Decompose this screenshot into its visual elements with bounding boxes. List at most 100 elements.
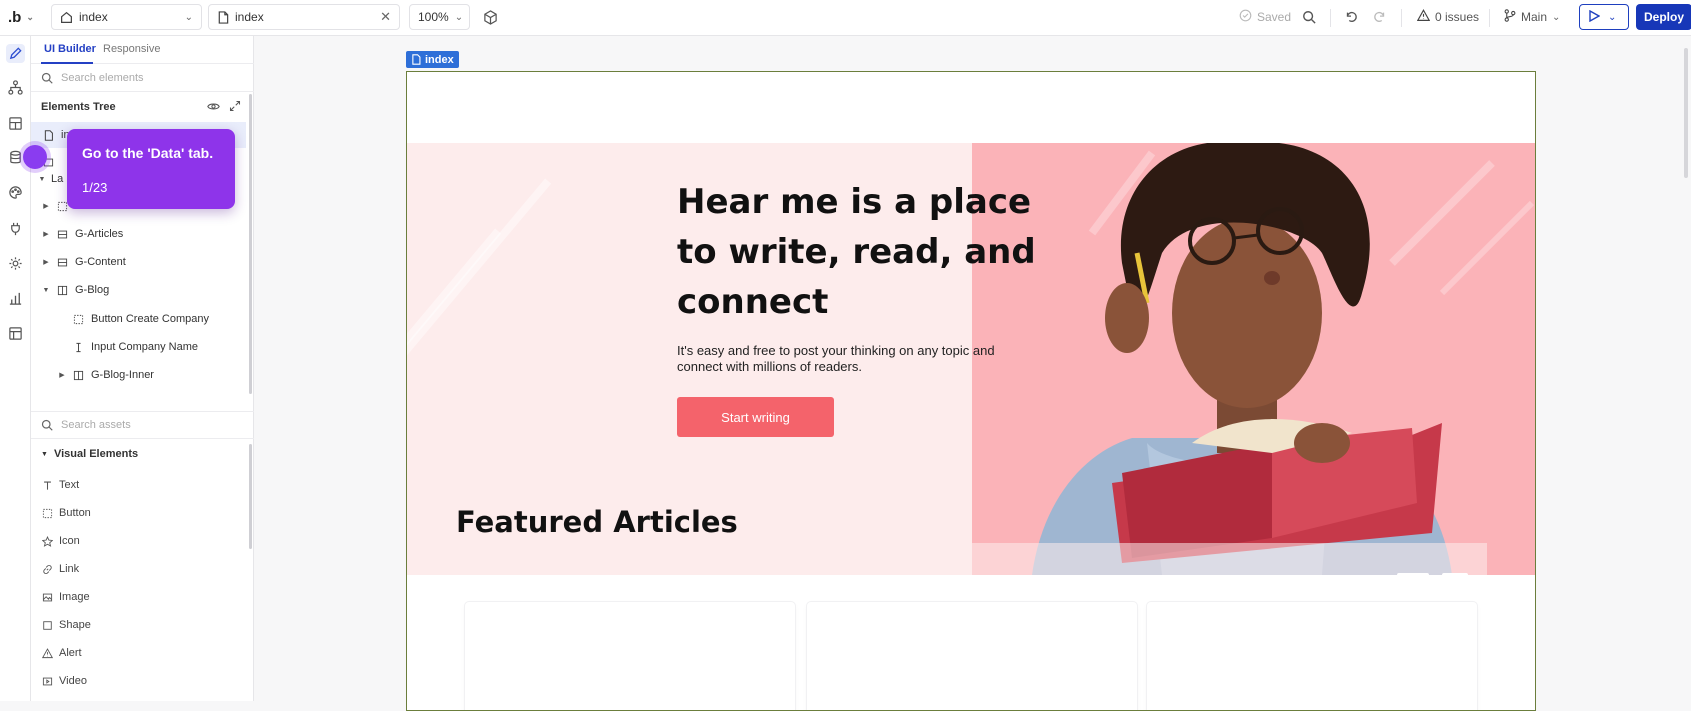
asset-image[interactable]: Image — [41, 586, 90, 608]
caret-down-icon: ▼ — [42, 286, 50, 294]
run-preview-button[interactable]: ⌄ — [1579, 4, 1629, 30]
chevron-down-icon: ⌄ — [1552, 11, 1561, 23]
asset-icon[interactable]: Icon — [41, 530, 80, 552]
canvas-page-label-text: index — [425, 53, 454, 66]
video-icon — [41, 675, 53, 687]
asset-alert[interactable]: Alert — [41, 642, 82, 664]
plug-icon[interactable] — [6, 219, 25, 238]
text-cursor-icon — [71, 340, 85, 354]
eye-icon[interactable] — [207, 100, 220, 116]
search-assets-placeholder: Search assets — [61, 419, 131, 431]
tree-item-label: G-Content — [75, 256, 126, 268]
tree-item-g-content[interactable]: ▶ G-Content — [31, 249, 246, 275]
carousel-prev-control[interactable]: ◀▶ — [1397, 573, 1429, 575]
table-icon[interactable] — [6, 324, 25, 343]
search-assets-input[interactable]: Search assets — [31, 411, 254, 439]
article-card[interactable] — [807, 602, 1137, 710]
canvas-scrollbar[interactable] — [1684, 48, 1688, 178]
square-icon — [41, 619, 53, 631]
carousel-next-control[interactable]: ◀▶ — [1442, 573, 1468, 575]
search-icon — [41, 72, 53, 84]
asset-label: Button — [59, 507, 91, 519]
caret-right-icon: ▶ — [43, 203, 49, 210]
zoom-select[interactable]: 100% ⌄ — [409, 4, 470, 30]
page-select[interactable]: index ⌄ — [51, 4, 202, 30]
tab-ui-builder[interactable]: UI Builder — [44, 43, 96, 55]
article-card[interactable] — [1147, 602, 1477, 710]
tree-item-label: G-Articles — [75, 228, 124, 240]
tree-item-g-blog-inner[interactable]: ▶ G-Blog-Inner — [31, 362, 246, 388]
rows-icon — [55, 255, 69, 269]
tree-item-g-articles[interactable]: ▶ G-Articles — [31, 221, 246, 247]
caret-right-icon: ▶ — [43, 231, 49, 238]
issues-button[interactable]: 0 issues — [1416, 4, 1480, 30]
asset-label: Shape — [59, 619, 91, 631]
tree-item-button-create-company[interactable]: Button Create Company — [31, 306, 246, 332]
chevron-down-icon: ⌄ — [26, 11, 34, 22]
button-icon — [41, 507, 53, 519]
asset-link[interactable]: Link — [41, 558, 79, 580]
search-elements-input[interactable]: Search elements — [31, 64, 254, 92]
caret-down-icon: ▼ — [38, 175, 46, 183]
hierarchy-icon[interactable] — [6, 78, 25, 97]
columns-icon — [71, 368, 85, 382]
undo-icon[interactable] — [1344, 4, 1358, 30]
branch-select[interactable]: Main ⌄ — [1504, 4, 1560, 30]
tutorial-tooltip: Go to the 'Data' tab. 1/23 — [67, 129, 235, 209]
caret-right-icon: ▶ — [43, 259, 49, 266]
caret-down-icon: ▼ — [41, 450, 48, 458]
redo-icon[interactable] — [1373, 4, 1387, 30]
hero-image[interactable] — [972, 143, 1535, 575]
saved-label: Saved — [1257, 10, 1292, 24]
search-icon[interactable] — [1302, 4, 1316, 30]
tree-scrollbar[interactable] — [249, 94, 252, 394]
gear-icon[interactable] — [6, 254, 25, 273]
tooltip-message: Go to the 'Data' tab. — [82, 145, 214, 161]
open-file-tab[interactable]: index ✕ — [208, 4, 400, 30]
asset-button[interactable]: Button — [41, 502, 91, 524]
text-icon — [41, 479, 53, 491]
image-icon — [41, 591, 53, 603]
tab-responsive[interactable]: Responsive — [103, 43, 160, 55]
asset-shape[interactable]: Shape — [41, 614, 91, 636]
visual-elements-title: Visual Elements — [53, 448, 139, 460]
bar-chart-icon[interactable] — [6, 289, 25, 308]
expand-icon[interactable] — [229, 100, 241, 115]
canvas-page-label[interactable]: index — [406, 51, 459, 68]
article-card[interactable] — [465, 602, 795, 710]
open-file-tab-label: index — [235, 10, 264, 24]
tree-item-label: Button Create Company — [91, 313, 210, 325]
search-elements-placeholder: Search elements — [61, 71, 144, 84]
zoom-value: 100% — [418, 10, 449, 24]
left-icon-rail — [0, 36, 31, 701]
featured-band — [407, 543, 1487, 575]
palette-icon[interactable] — [6, 183, 25, 202]
top-toolbar: .b ⌄ index ⌄ index ✕ 100% ⌄ Saved 0 issu… — [0, 0, 1691, 36]
tree-item-input-company-name[interactable]: Input Company Name — [31, 334, 246, 360]
cube-icon[interactable] — [483, 4, 498, 30]
asset-video[interactable]: Video — [41, 670, 87, 692]
search-icon — [41, 419, 53, 431]
woman-reading-illustration — [1032, 143, 1535, 575]
home-icon — [60, 11, 73, 24]
page-canvas[interactable]: Hear me is a place to write, read, and c… — [406, 71, 1536, 711]
page-select-value: index — [79, 10, 108, 24]
close-icon[interactable]: ✕ — [380, 9, 391, 25]
warning-icon — [41, 647, 53, 659]
deploy-button[interactable]: Deploy — [1636, 4, 1691, 30]
assets-scrollbar[interactable] — [249, 444, 252, 549]
issues-label: 0 issues — [1435, 10, 1480, 24]
asset-text[interactable]: Text — [41, 474, 79, 496]
play-icon — [1588, 9, 1601, 25]
branch-label: Main — [1521, 10, 1548, 24]
start-writing-button[interactable]: Start writing — [677, 397, 834, 437]
app-logo-menu[interactable]: .b ⌄ — [8, 4, 34, 30]
tree-item-g-blog[interactable]: ▼ G-Blog — [31, 277, 246, 303]
app-logo: .b — [8, 8, 22, 26]
layout-icon[interactable] — [6, 114, 25, 133]
pencil-icon[interactable] — [6, 44, 25, 63]
tutorial-hotspot[interactable] — [23, 145, 47, 169]
asset-label: Icon — [59, 535, 80, 547]
tree-item-label: La — [51, 173, 64, 185]
visual-elements-section[interactable]: ▼ Visual Elements — [41, 448, 138, 460]
